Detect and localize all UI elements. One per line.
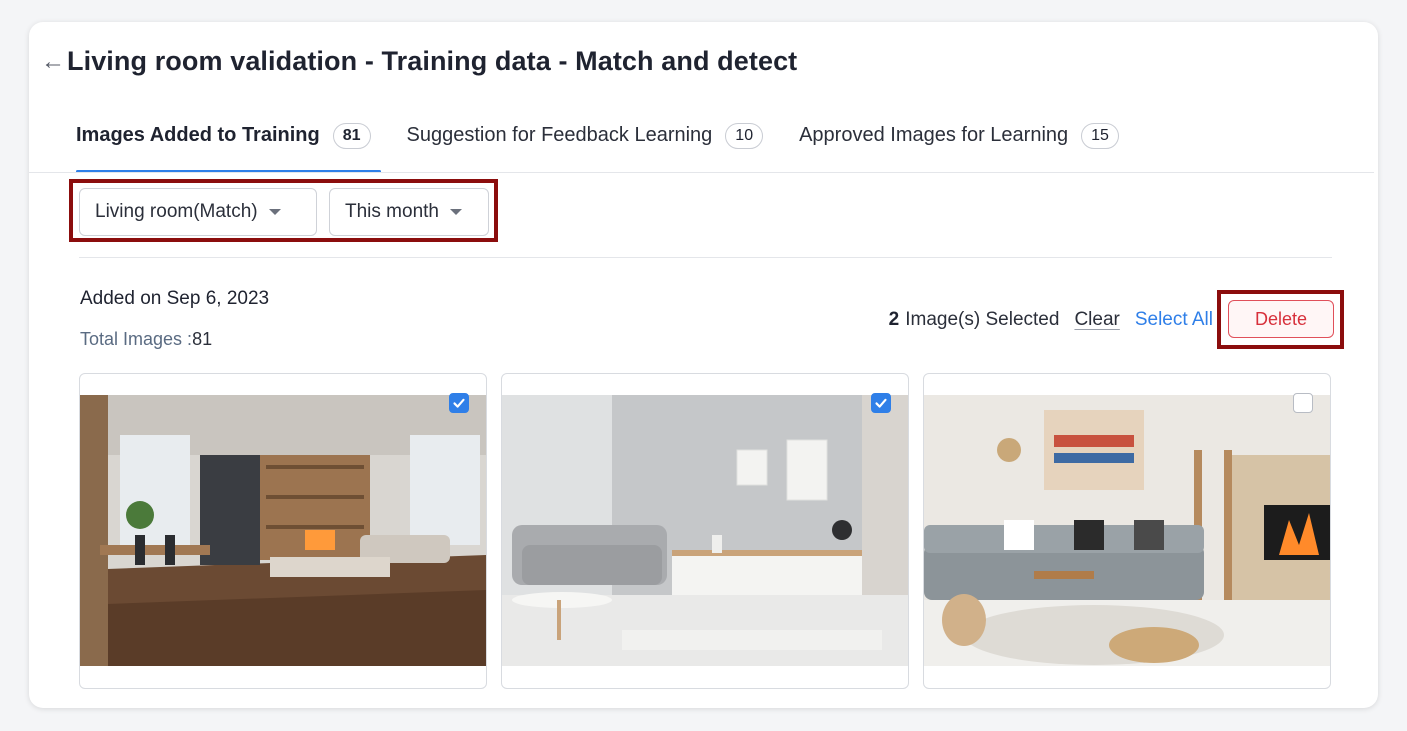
total-images: Total Images :81 [80,329,212,350]
total-images-label: Total Images : [80,329,193,349]
caret-down-icon [268,209,281,215]
selection-bar: 2 Image(s) Selected Clear Select All [889,309,1213,331]
period-dropdown[interactable]: This month [329,188,489,236]
main-card: ← Living room validation - Training data… [29,22,1378,708]
checkmark-icon [875,398,887,408]
page-title: Living room validation - Training data -… [67,46,798,76]
select-all-link[interactable]: Select All [1135,309,1213,331]
tab-count-badge: 10 [725,123,764,149]
clear-selection-link[interactable]: Clear [1074,309,1119,331]
back-arrow-icon[interactable]: ← [41,47,67,77]
tab-label: Approved Images for Learning [799,124,1069,146]
category-dropdown-label: Living room(Match) [95,201,258,222]
image-select-checkbox[interactable] [449,393,469,413]
page-header: ← Living room validation - Training data… [41,46,797,77]
total-images-value: 81 [192,329,213,349]
living-room-image [502,395,908,666]
image-card[interactable] [79,373,487,689]
tab-images-added[interactable]: Images Added to Training 81 [76,118,381,173]
living-room-image [80,395,486,666]
category-dropdown[interactable]: Living room(Match) [79,188,317,236]
tab-label: Suggestion for Feedback Learning [406,124,713,146]
tab-approved-images[interactable]: Approved Images for Learning 15 [799,118,1119,173]
image-select-checkbox[interactable] [871,393,891,413]
selected-label: Image(s) Selected [905,309,1060,330]
tab-bar: Images Added to Training 81 Suggestion f… [76,118,1155,173]
selected-count: 2 [888,309,900,330]
tab-suggestion-feedback[interactable]: Suggestion for Feedback Learning 10 [407,118,764,173]
image-select-checkbox[interactable] [1293,393,1313,413]
section-divider [79,257,1332,258]
image-card[interactable] [501,373,909,689]
period-dropdown-label: This month [345,201,439,222]
checkmark-icon [453,398,465,408]
tabs-divider [29,172,1374,173]
image-card[interactable] [923,373,1331,689]
tab-count-badge: 81 [332,123,371,149]
tab-label: Images Added to Training [76,124,320,146]
delete-button[interactable]: Delete [1228,300,1334,338]
living-room-image [924,395,1330,666]
caret-down-icon [449,209,462,215]
added-on-date: Added on Sep 6, 2023 [80,288,270,309]
tab-count-badge: 15 [1081,123,1119,149]
